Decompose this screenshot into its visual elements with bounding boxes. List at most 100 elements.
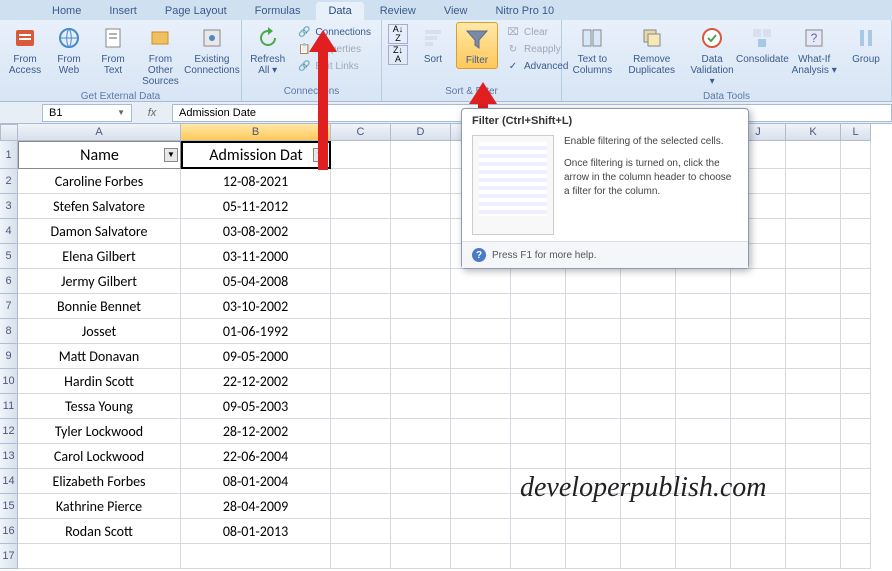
row-header-8[interactable]: 8	[0, 319, 18, 344]
data-validation-button[interactable]: Data Validation ▾	[685, 22, 740, 89]
cell-A8[interactable]: Josset	[18, 319, 181, 344]
cell-D14[interactable]	[391, 469, 451, 494]
tab-home[interactable]: Home	[40, 2, 93, 20]
cell-G6[interactable]	[566, 269, 621, 294]
cell-B1[interactable]: Admission Dat▼	[181, 141, 331, 169]
cell-I11[interactable]	[676, 394, 731, 419]
cell-H7[interactable]	[621, 294, 676, 319]
cell-F8[interactable]	[511, 319, 566, 344]
tab-page-layout[interactable]: Page Layout	[153, 2, 239, 20]
cell-K6[interactable]	[786, 269, 841, 294]
cell-F12[interactable]	[511, 419, 566, 444]
cell-D6[interactable]	[391, 269, 451, 294]
cell-E12[interactable]	[451, 419, 511, 444]
col-header-A[interactable]: A	[18, 124, 181, 141]
cell-J8[interactable]	[731, 319, 786, 344]
cell-L13[interactable]	[841, 444, 871, 469]
row-header-3[interactable]: 3	[0, 194, 18, 219]
cell-K2[interactable]	[786, 169, 841, 194]
cell-G8[interactable]	[566, 319, 621, 344]
cell-L5[interactable]	[841, 244, 871, 269]
row-header-15[interactable]: 15	[0, 494, 18, 519]
cell-E8[interactable]	[451, 319, 511, 344]
cell-J7[interactable]	[731, 294, 786, 319]
row-header-14[interactable]: 14	[0, 469, 18, 494]
cell-G17[interactable]	[566, 544, 621, 569]
cell-I17[interactable]	[676, 544, 731, 569]
cell-K13[interactable]	[786, 444, 841, 469]
cell-C14[interactable]	[331, 469, 391, 494]
cell-J11[interactable]	[731, 394, 786, 419]
row-header-9[interactable]: 9	[0, 344, 18, 369]
cell-B9[interactable]: 09-05-2000	[181, 344, 331, 369]
cell-F6[interactable]	[511, 269, 566, 294]
cell-B10[interactable]: 22-12-2002	[181, 369, 331, 394]
cell-J12[interactable]	[731, 419, 786, 444]
cell-G11[interactable]	[566, 394, 621, 419]
cell-K12[interactable]	[786, 419, 841, 444]
cell-B12[interactable]: 28-12-2002	[181, 419, 331, 444]
cell-L14[interactable]	[841, 469, 871, 494]
cell-L16[interactable]	[841, 519, 871, 544]
cell-H8[interactable]	[621, 319, 676, 344]
cell-B7[interactable]: 03-10-2002	[181, 294, 331, 319]
cell-L6[interactable]	[841, 269, 871, 294]
col-header-K[interactable]: K	[786, 124, 841, 141]
cell-A3[interactable]: Stefen Salvatore	[18, 194, 181, 219]
select-all-corner[interactable]	[0, 124, 18, 141]
col-header-D[interactable]: D	[391, 124, 451, 141]
cell-H9[interactable]	[621, 344, 676, 369]
row-header-2[interactable]: 2	[0, 169, 18, 194]
row-header-13[interactable]: 13	[0, 444, 18, 469]
cell-K14[interactable]	[786, 469, 841, 494]
cell-G13[interactable]	[566, 444, 621, 469]
cell-F16[interactable]	[511, 519, 566, 544]
cell-L7[interactable]	[841, 294, 871, 319]
cell-A2[interactable]: Caroline Forbes	[18, 169, 181, 194]
cell-L2[interactable]	[841, 169, 871, 194]
cell-I9[interactable]	[676, 344, 731, 369]
cell-B16[interactable]: 08-01-2013	[181, 519, 331, 544]
text-to-columns-button[interactable]: Text to Columns	[566, 22, 619, 78]
cell-E6[interactable]	[451, 269, 511, 294]
cell-A15[interactable]: Kathrine Pierce	[18, 494, 181, 519]
cell-C3[interactable]	[331, 194, 391, 219]
tab-nitro[interactable]: Nitro Pro 10	[483, 2, 566, 20]
cell-E17[interactable]	[451, 544, 511, 569]
group-button[interactable]: Group	[845, 22, 887, 67]
cell-A6[interactable]: Jermy Gilbert	[18, 269, 181, 294]
cell-K11[interactable]	[786, 394, 841, 419]
cell-J9[interactable]	[731, 344, 786, 369]
cell-B15[interactable]: 28-04-2009	[181, 494, 331, 519]
filter-dropdown-A[interactable]: ▼	[164, 148, 178, 162]
cell-K16[interactable]	[786, 519, 841, 544]
cell-C2[interactable]	[331, 169, 391, 194]
cell-B8[interactable]: 01-06-1992	[181, 319, 331, 344]
cell-K17[interactable]	[786, 544, 841, 569]
cell-E9[interactable]	[451, 344, 511, 369]
cell-A11[interactable]: Tessa Young	[18, 394, 181, 419]
cell-J13[interactable]	[731, 444, 786, 469]
cell-D17[interactable]	[391, 544, 451, 569]
from-web-button[interactable]: From Web	[48, 22, 90, 78]
cell-E16[interactable]	[451, 519, 511, 544]
fx-label[interactable]: fx	[132, 107, 172, 119]
cell-G12[interactable]	[566, 419, 621, 444]
cell-G7[interactable]	[566, 294, 621, 319]
cell-E15[interactable]	[451, 494, 511, 519]
cell-D11[interactable]	[391, 394, 451, 419]
cell-F9[interactable]	[511, 344, 566, 369]
cell-C7[interactable]	[331, 294, 391, 319]
cell-A7[interactable]: Bonnie Bennet	[18, 294, 181, 319]
sort-za-icon[interactable]: Z↓A	[388, 45, 408, 65]
cell-H17[interactable]	[621, 544, 676, 569]
cell-I8[interactable]	[676, 319, 731, 344]
cell-F11[interactable]	[511, 394, 566, 419]
row-header-7[interactable]: 7	[0, 294, 18, 319]
cell-D5[interactable]	[391, 244, 451, 269]
filter-button[interactable]: Filter	[456, 22, 498, 69]
cell-A12[interactable]: Tyler Lockwood	[18, 419, 181, 444]
tab-insert[interactable]: Insert	[97, 2, 149, 20]
cell-K8[interactable]	[786, 319, 841, 344]
row-header-17[interactable]: 17	[0, 544, 18, 569]
